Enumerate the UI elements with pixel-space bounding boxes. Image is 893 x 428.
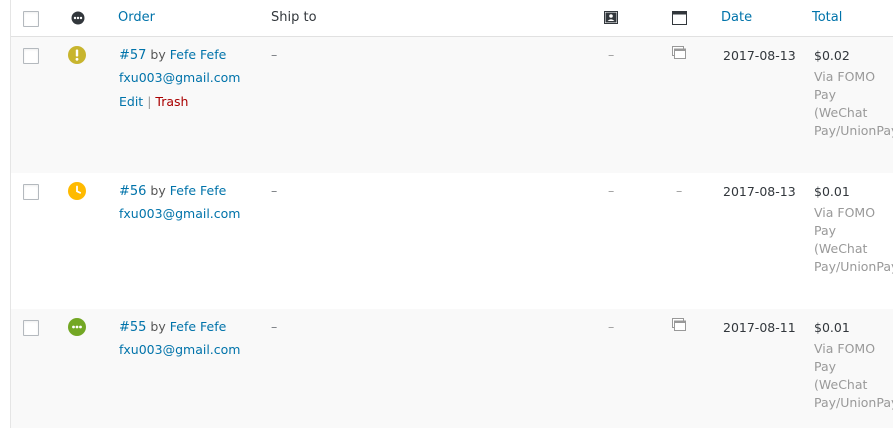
action-separator: |	[147, 94, 152, 109]
payment-method: Via FOMO Pay (WeChat Pay/UnionPay)	[814, 69, 893, 138]
orders-table: Order Ship to Date Total #57 by Fefe Fef…	[10, 0, 893, 428]
by-label: by	[150, 47, 166, 62]
order-number-link[interactable]: #55	[119, 320, 146, 335]
row-actions: Edit | Trash	[119, 94, 188, 109]
order-date: 2017-08-13	[723, 184, 796, 199]
total-column-header[interactable]: Total	[812, 10, 842, 25]
customer-name-link[interactable]: Fefe Fefe	[170, 183, 227, 198]
customer-notes-window-icon	[672, 11, 687, 28]
note-window-icon[interactable]	[672, 318, 686, 334]
table-row[interactable]: #56 by Fefe Fefe fxu003@gmail.com – – – …	[11, 173, 893, 309]
customer-name-link[interactable]: Fefe Fefe	[170, 319, 227, 334]
order-date: 2017-08-13	[723, 48, 796, 63]
by-label: by	[150, 319, 166, 334]
table-header: Order Ship to Date Total	[11, 0, 893, 37]
by-label: by	[150, 183, 166, 198]
customer-name-link[interactable]: Fefe Fefe	[170, 47, 227, 62]
select-all-checkbox[interactable]	[23, 11, 39, 27]
ship-to-value: –	[271, 319, 278, 334]
billing-value: –	[608, 319, 615, 334]
customer-email-link[interactable]: fxu003@gmail.com	[119, 70, 240, 85]
billing-value: –	[608, 47, 615, 62]
order-total: $0.01	[814, 184, 850, 199]
customer-email-link[interactable]: fxu003@gmail.com	[119, 206, 240, 221]
order-date: 2017-08-11	[723, 320, 796, 335]
exclamation-icon	[68, 46, 86, 64]
billing-value: –	[608, 183, 615, 198]
customer-email-link[interactable]: fxu003@gmail.com	[119, 342, 240, 357]
date-column-header[interactable]: Date	[721, 10, 752, 25]
billing-address-card-icon	[604, 11, 618, 27]
order-number-link[interactable]: #56	[119, 184, 146, 199]
ship-to-value: –	[271, 183, 278, 198]
status-dots-icon[interactable]	[71, 11, 85, 28]
ellipsis-icon	[68, 318, 86, 336]
row-select-checkbox[interactable]	[23, 320, 39, 336]
note-window-icon[interactable]	[672, 46, 686, 62]
order-total: $0.02	[814, 48, 850, 63]
trash-link[interactable]: Trash	[155, 94, 188, 109]
order-column-header[interactable]: Order	[118, 10, 155, 25]
notes-value: –	[676, 183, 683, 198]
clock-icon	[68, 182, 86, 200]
ship-to-column-header: Ship to	[271, 10, 317, 25]
row-select-checkbox[interactable]	[23, 184, 39, 200]
table-row[interactable]: #55 by Fefe Fefe fxu003@gmail.com – – 20…	[11, 309, 893, 428]
ship-to-value: –	[271, 47, 278, 62]
order-number-link[interactable]: #57	[119, 48, 146, 63]
row-select-checkbox[interactable]	[23, 48, 39, 64]
order-total: $0.01	[814, 320, 850, 335]
edit-link[interactable]: Edit	[119, 94, 143, 109]
payment-method: Via FOMO Pay (WeChat Pay/UnionPay)	[814, 205, 893, 274]
table-row[interactable]: #57 by Fefe Fefe fxu003@gmail.com Edit |…	[11, 37, 893, 173]
payment-method: Via FOMO Pay (WeChat Pay/UnionPay)	[814, 341, 893, 410]
